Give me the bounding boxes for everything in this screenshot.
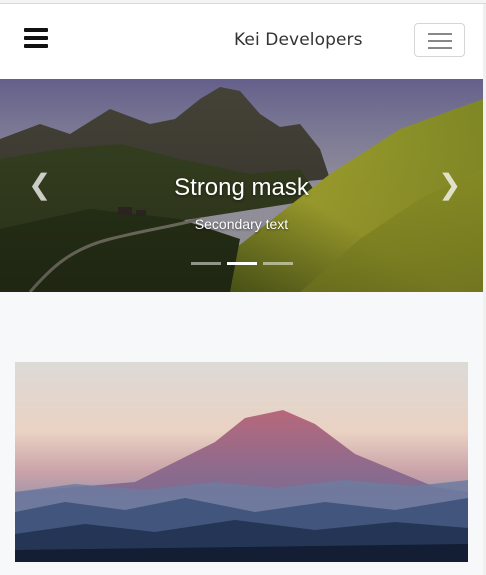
content-section [0,292,483,575]
carousel-indicator-1[interactable] [191,262,221,265]
chevron-left-icon[interactable]: ❮ [28,171,51,199]
navbar-toggler-button[interactable] [414,23,465,57]
navbar: Kei Developers [0,4,484,79]
carousel-caption-title: Strong mask [174,174,309,201]
carousel-indicators [191,262,296,266]
chevron-right-icon[interactable]: ❯ [438,171,461,199]
carousel-indicator-3[interactable] [263,262,293,265]
carousel: Strong mask Secondary text ❮ ❯ [0,79,483,292]
hamburger-menu-icon[interactable] [24,28,50,52]
navbar-brand[interactable]: Kei Developers [234,30,363,50]
carousel-indicator-2[interactable] [227,262,257,265]
mountain-image [15,362,468,562]
carousel-caption-subtitle: Secondary text [194,216,289,232]
